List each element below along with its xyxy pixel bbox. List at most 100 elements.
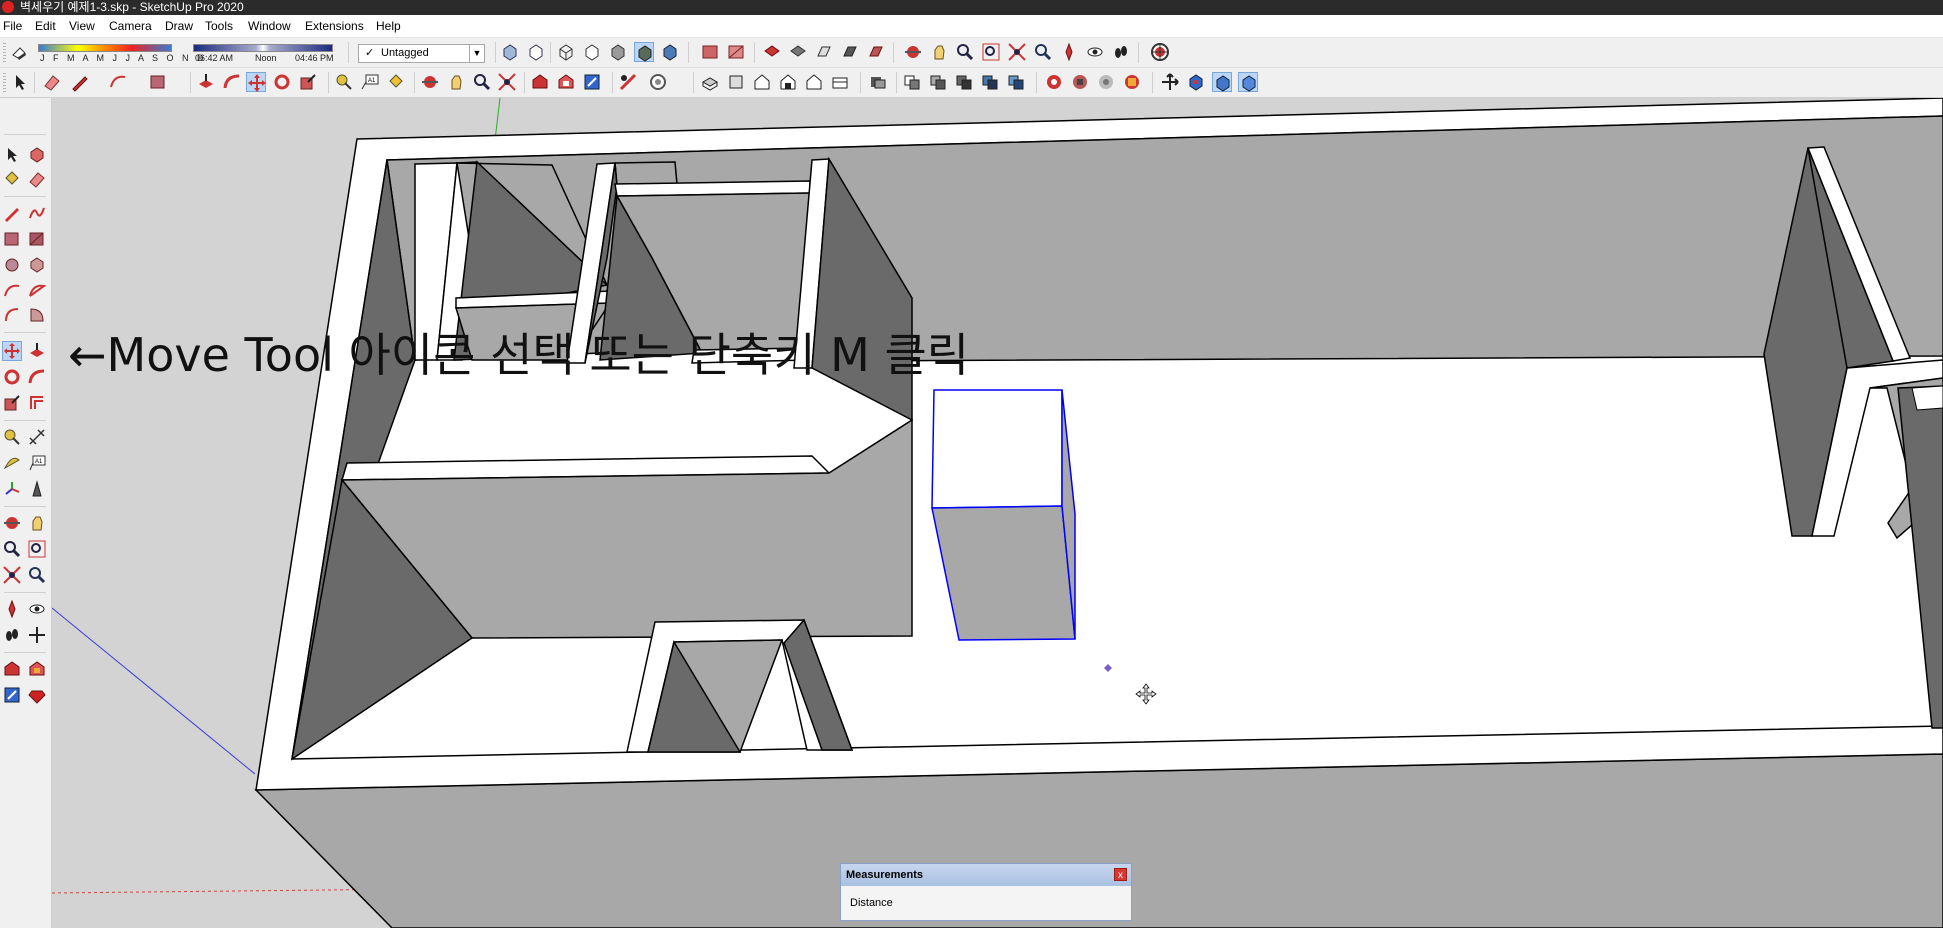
section-cuts-icon[interactable] [1238, 72, 1258, 92]
scenes-icon[interactable] [1006, 72, 1026, 92]
pan-icon[interactable] [446, 72, 466, 92]
section-plane-icon[interactable] [28, 626, 46, 644]
styles-icon[interactable] [726, 42, 746, 62]
extension-icon[interactable] [28, 660, 46, 678]
paint-bucket-icon[interactable] [386, 72, 406, 92]
zoom-icon[interactable] [3, 540, 21, 558]
section-fill-icon[interactable] [840, 42, 860, 62]
pencil-icon[interactable] [70, 72, 90, 92]
chevron-down-icon[interactable]: ▼ [469, 45, 484, 62]
zoom-extents-icon[interactable] [3, 566, 21, 584]
pie-icon[interactable] [28, 306, 46, 324]
layout-icon[interactable] [582, 72, 602, 92]
menu-tools[interactable]: Tools [205, 19, 233, 33]
position-camera-icon[interactable] [3, 600, 21, 618]
text-icon[interactable]: A1 [28, 454, 46, 472]
selected-box-top[interactable] [931, 389, 1063, 509]
pan-icon[interactable] [28, 514, 46, 532]
paint-bucket-icon[interactable] [3, 170, 21, 188]
rectangle-icon[interactable] [148, 72, 168, 92]
polygon-icon[interactable] [28, 256, 46, 274]
menu-window[interactable]: Window [248, 19, 291, 33]
rotate-icon[interactable] [3, 368, 21, 386]
menu-help[interactable]: Help [376, 19, 401, 33]
back-edges-icon[interactable] [526, 42, 546, 62]
month-slider-bar[interactable] [38, 44, 172, 52]
dimension-icon[interactable] [28, 428, 46, 446]
model-info-icon[interactable] [618, 72, 638, 92]
eraser-icon[interactable] [28, 170, 46, 188]
line-icon[interactable] [3, 204, 21, 222]
left-view-icon[interactable] [830, 72, 850, 92]
shadow-toggle-icon[interactable] [10, 42, 30, 62]
match-photo-icon[interactable] [1096, 72, 1116, 92]
menu-extensions[interactable]: Extensions [305, 19, 364, 33]
two-point-arc-icon[interactable] [28, 282, 46, 300]
orbit-icon[interactable] [3, 514, 21, 532]
look-around-icon[interactable] [1085, 42, 1105, 62]
outliner-icon[interactable] [868, 72, 888, 92]
hidden-line-icon[interactable] [582, 42, 602, 62]
axes-icon[interactable] [3, 480, 21, 498]
menu-draw[interactable]: Draw [165, 19, 193, 33]
zoom-extents-icon[interactable] [497, 72, 517, 92]
iso-view-icon[interactable] [700, 72, 720, 92]
wireframe-icon[interactable] [556, 42, 576, 62]
select-icon[interactable] [10, 72, 30, 92]
pan-icon[interactable] [929, 42, 949, 62]
circle-icon[interactable] [3, 256, 21, 274]
materials-icon[interactable] [700, 42, 720, 62]
modeling-viewport[interactable] [52, 98, 1943, 928]
push-pull-icon[interactable] [196, 72, 216, 92]
select-icon[interactable] [3, 146, 21, 164]
add-location-icon[interactable] [648, 72, 668, 92]
tags-icon[interactable] [980, 72, 1000, 92]
position-camera-icon[interactable] [1059, 42, 1079, 62]
shaded-icon[interactable] [608, 42, 628, 62]
section-plane-icon[interactable] [1186, 72, 1206, 92]
eraser-icon[interactable] [42, 72, 62, 92]
tape-measure-icon[interactable] [3, 428, 21, 446]
shadow-month-slider[interactable]: J F M A M J J A S O N D [38, 44, 204, 64]
top-view-icon[interactable] [726, 72, 746, 92]
zoom-window-icon[interactable] [28, 540, 46, 558]
offset-icon[interactable] [28, 394, 46, 412]
follow-me-icon[interactable] [222, 72, 242, 92]
menu-view[interactable]: View [69, 19, 95, 33]
push-pull-icon[interactable] [28, 342, 46, 360]
zoom-window-icon[interactable] [981, 42, 1001, 62]
styles-icon[interactable] [954, 72, 974, 92]
send-to-layout-icon[interactable] [3, 686, 21, 704]
warehouse-icon[interactable] [530, 72, 550, 92]
arc-icon[interactable] [3, 282, 21, 300]
orbit-icon[interactable] [420, 72, 440, 92]
three-point-arc-icon[interactable] [3, 306, 21, 324]
section-display-icon[interactable] [788, 42, 808, 62]
tape-measure-icon[interactable] [334, 72, 354, 92]
geo-section-icon[interactable] [866, 42, 886, 62]
orbit-icon[interactable] [903, 42, 923, 62]
menu-file[interactable]: File [3, 19, 22, 33]
walk-icon[interactable] [1111, 42, 1131, 62]
shaded-texture-icon[interactable] [634, 42, 654, 62]
tag-select[interactable]: ✓ Untagged ▼ [358, 44, 485, 63]
zoom-extents-icon[interactable] [1007, 42, 1027, 62]
scale-icon[interactable] [3, 394, 21, 412]
right-view-icon[interactable] [778, 72, 798, 92]
protractor-icon[interactable] [3, 454, 21, 472]
model-scene[interactable] [52, 98, 1943, 928]
walk-icon[interactable] [3, 626, 21, 644]
toolbar-grip[interactable] [3, 73, 6, 92]
zoom-icon[interactable] [955, 42, 975, 62]
front-view-icon[interactable] [752, 72, 772, 92]
look-around-icon[interactable] [28, 600, 46, 618]
menu-edit[interactable]: Edit [35, 19, 56, 33]
xray-icon[interactable] [500, 42, 520, 62]
arc-icon[interactable] [108, 72, 128, 92]
section-cut-icon[interactable] [814, 42, 834, 62]
move-icon[interactable] [246, 72, 266, 92]
section-plane-icon[interactable] [762, 42, 782, 62]
text-icon[interactable]: A1 [360, 72, 380, 92]
ruby-icon[interactable] [28, 686, 46, 704]
distance-label[interactable]: Distance [850, 897, 893, 909]
